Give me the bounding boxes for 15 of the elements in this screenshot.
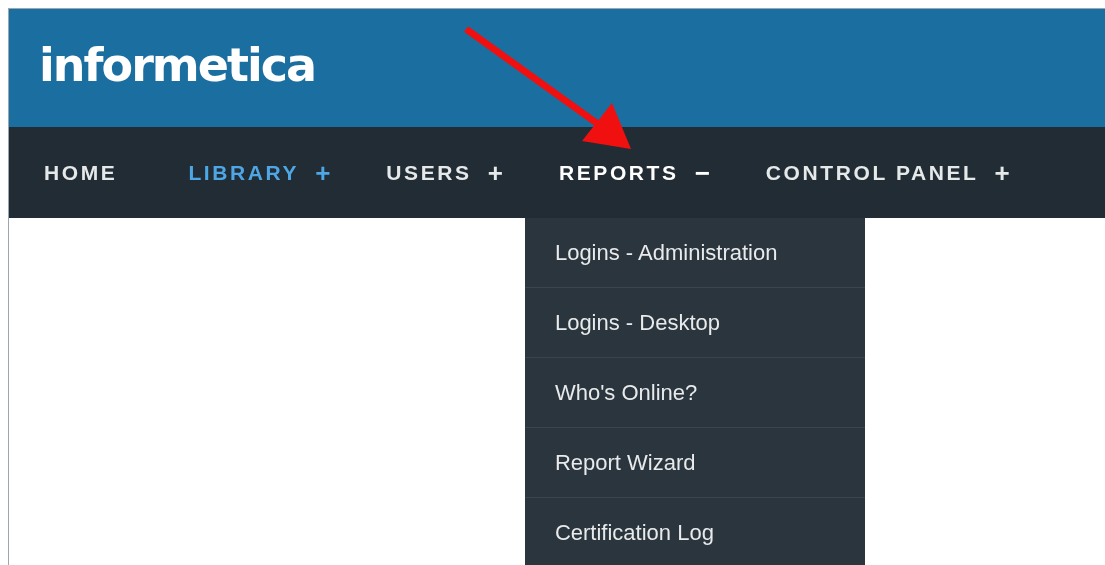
menu-item[interactable]: Logins - Administration	[524, 218, 865, 288]
menu-item[interactable]: Logins - Desktop	[524, 288, 865, 358]
menu-item[interactable]: Report Wizard	[524, 428, 865, 498]
expand-toggle[interactable]: +	[487, 159, 503, 186]
logo[interactable]: informetica	[39, 38, 315, 92]
nav-link[interactable]: CONTROL PANEL	[765, 160, 979, 185]
nav-link[interactable]: USERS	[386, 160, 472, 185]
collapse-toggle[interactable]: −	[694, 159, 710, 186]
nav-link[interactable]: HOME	[44, 160, 118, 185]
nav-link[interactable]: LIBRARY	[188, 160, 300, 185]
menu-item[interactable]: Who's Online?	[524, 358, 865, 428]
expand-toggle[interactable]: +	[994, 159, 1010, 186]
expand-toggle[interactable]: +	[315, 159, 331, 186]
menu-item[interactable]: Certification Log	[524, 498, 865, 565]
nav-link[interactable]: REPORTS	[558, 160, 679, 185]
